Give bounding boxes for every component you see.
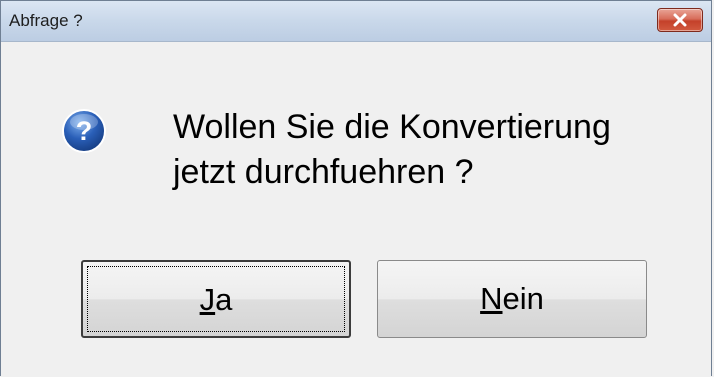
no-button[interactable]: Nein xyxy=(377,260,647,338)
yes-button[interactable]: Ja xyxy=(81,260,351,338)
question-icon: ? xyxy=(62,109,106,153)
no-button-label: Nein xyxy=(378,281,646,317)
window-title: Abfrage ? xyxy=(9,11,83,30)
yes-label-rest: a xyxy=(215,282,233,317)
message-line-1: Wollen Sie die Konvertierung xyxy=(173,108,611,146)
svg-text:?: ? xyxy=(76,116,93,146)
yes-button-label: Ja xyxy=(83,282,349,318)
dialog-body: ? Wollen Sie die Konvertierung jetzt dur… xyxy=(1,42,711,377)
title-bar[interactable]: Abfrage ? xyxy=(1,1,711,42)
no-mnemonic: N xyxy=(480,281,503,316)
dialog-message: Wollen Sie die Konvertierung jetzt durch… xyxy=(173,105,693,195)
yes-mnemonic: J xyxy=(199,282,216,317)
dialog-window: Abfrage ? ? Wollen Sie die Konvertierung… xyxy=(0,0,712,377)
no-label-rest: ein xyxy=(502,281,544,316)
close-icon xyxy=(673,13,687,27)
close-button[interactable] xyxy=(657,8,703,32)
message-line-2: jetzt durchfuehren ? xyxy=(173,153,474,191)
